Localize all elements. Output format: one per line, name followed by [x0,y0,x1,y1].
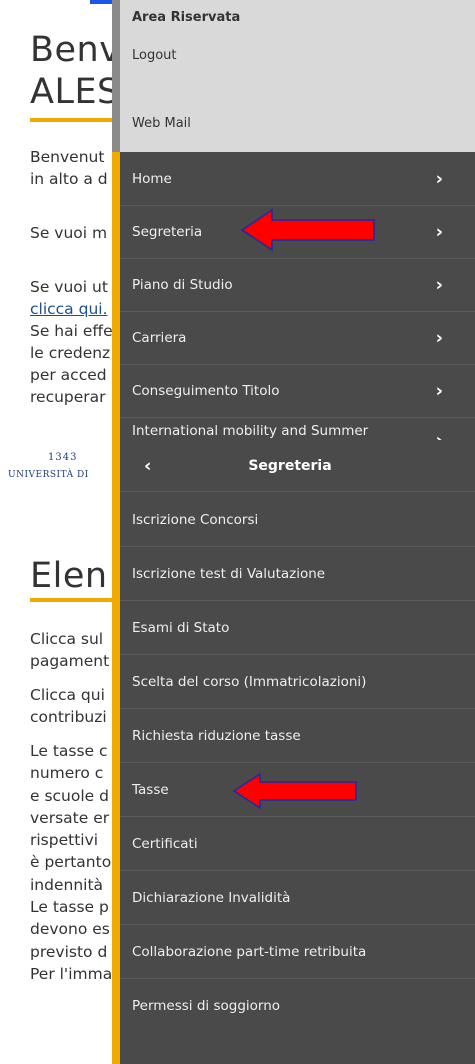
submenu-item-permessi-di-soggiorno[interactable]: Permessi di soggiorno [120,979,475,1033]
submenu-item-esami-di-stato[interactable]: Esami di Stato [120,601,475,655]
page-title-line-1: Benv [30,30,121,70]
submenu-item-iscrizione-concorsi[interactable]: Iscrizione Concorsi [120,493,475,547]
reserved-area-section: Area Riservata Logout Web Mail [112,0,475,152]
submenu-item-iscrizione-test[interactable]: Iscrizione test di Valutazione [120,547,475,601]
chevron-right-icon: › [436,430,443,440]
university-logo: 1343 UNIVERSITÀ DI [8,452,89,480]
menu-item-international-mobility[interactable]: International mobility and Summer School… [120,418,475,440]
menu-item-home[interactable]: Home › [120,153,475,206]
chevron-right-icon: › [435,274,443,296]
menu-item-piano-di-studio[interactable]: Piano di Studio › [120,259,475,312]
side-drawer-submenu: ‹ Segreteria Iscrizione Concorsi Iscrizi… [112,440,475,1064]
clicca-qui-link[interactable]: clicca qui. [30,300,108,318]
submenu-item-scelta-del-corso[interactable]: Scelta del corso (Immatricolazioni) [120,655,475,709]
submenu-item-dichiarazione-invalidita[interactable]: Dichiarazione Invalidità [120,871,475,925]
chevron-right-icon: › [435,327,443,349]
chevron-right-icon: › [435,221,443,243]
submenu-item-certificati[interactable]: Certificati [120,817,475,871]
chevron-right-icon: › [435,168,443,190]
red-arrow-annotation [240,208,375,252]
side-drawer-menu: Area Riservata Logout Web Mail Home › Se… [112,0,475,440]
webmail-link[interactable]: Web Mail [132,116,191,131]
main-menu-screenshot: Benv ALES Benvenut in alto a d Se vuoi m… [0,0,475,440]
red-arrow-annotation [232,772,357,810]
submenu-item-riduzione-tasse[interactable]: Richiesta riduzione tasse [120,709,475,763]
title-underline [30,118,120,122]
area-riservata-heading: Area Riservata [132,10,241,25]
segreteria-submenu-screenshot: 1343 UNIVERSITÀ DI Elen Clicca sul pagam… [0,440,475,1064]
submenu-item-collaborazione-part-time[interactable]: Collaborazione part-time retribuita [120,925,475,979]
title-underline [30,598,120,602]
chevron-right-icon: › [435,380,443,402]
menu-item-conseguimento-titolo[interactable]: Conseguimento Titolo › [120,365,475,418]
page-title-line-2: ALES [30,72,120,112]
page-title: Elen [30,556,108,596]
submenu-title: Segreteria [248,457,332,474]
drawer-accent-bar [112,440,120,1064]
submenu-header: ‹ Segreteria [120,440,475,492]
menu-item-carriera[interactable]: Carriera › [120,312,475,365]
logout-link[interactable]: Logout [132,48,177,63]
